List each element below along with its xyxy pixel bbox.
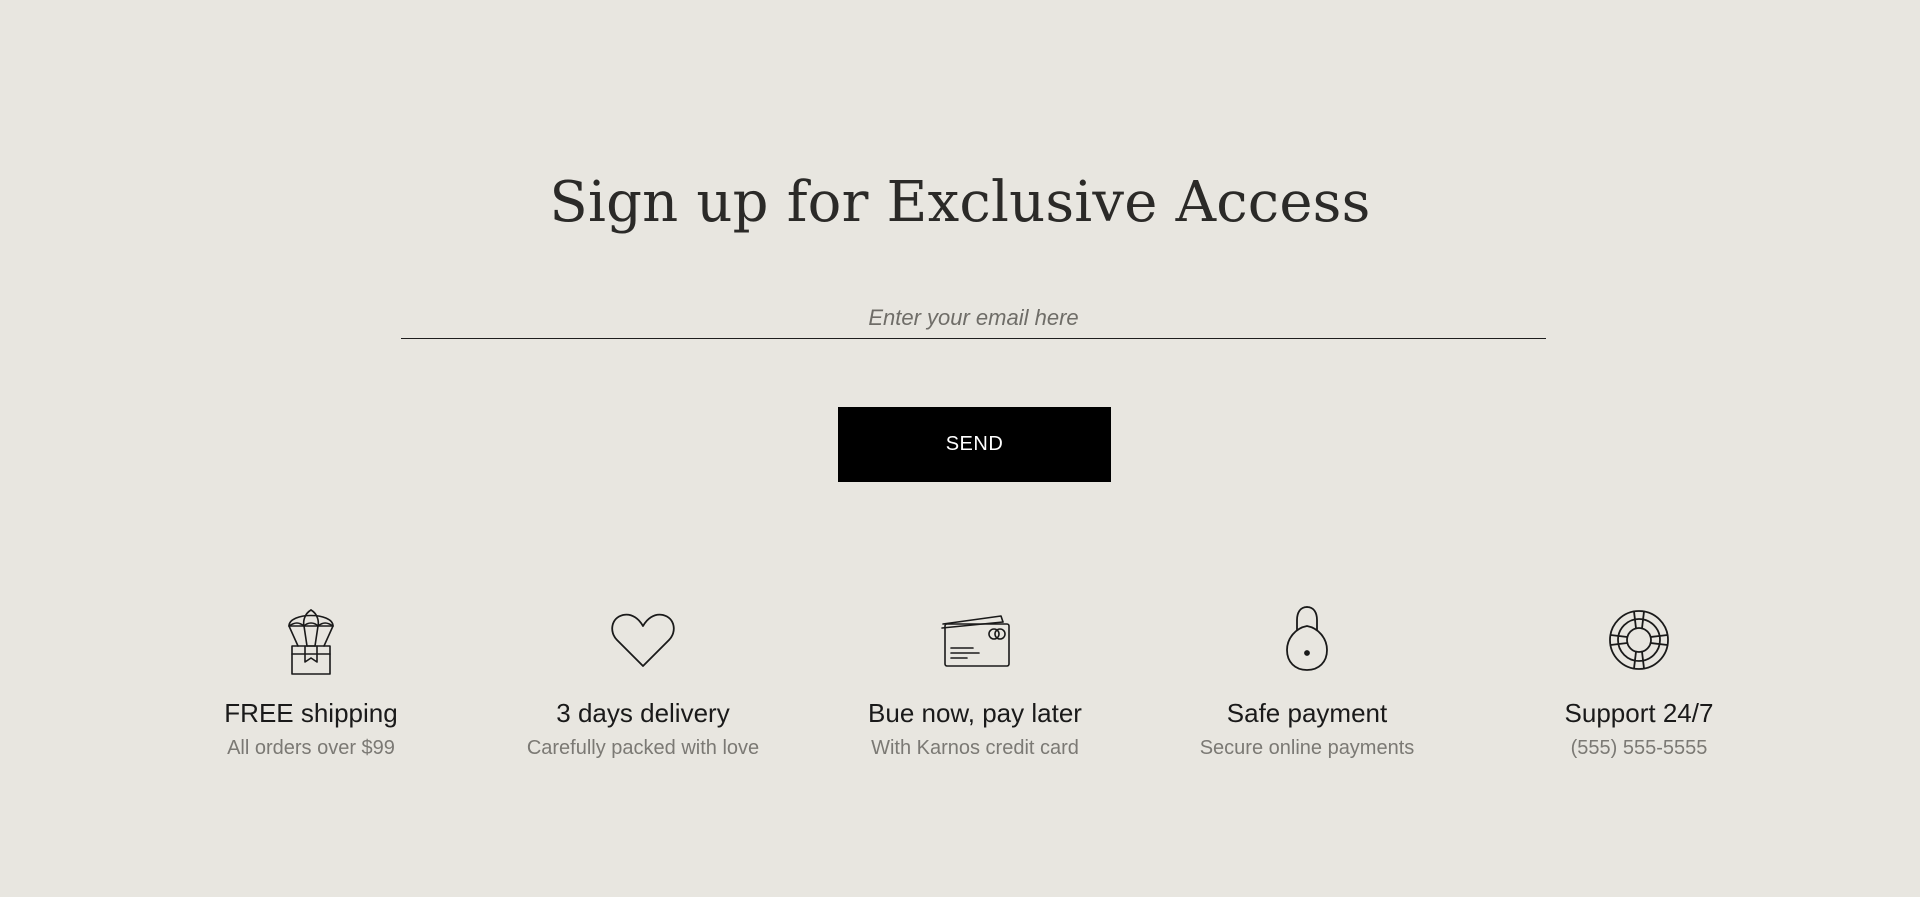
features-row: FREE shipping All orders over $99 3 days… <box>0 600 1920 780</box>
padlock-icon <box>1267 600 1347 680</box>
feature-free-shipping: FREE shipping All orders over $99 <box>146 600 476 760</box>
feature-title: Bue now, pay later <box>868 698 1082 728</box>
parachute-box-icon <box>271 600 351 680</box>
feature-buy-now-pay-later: Bue now, pay later With Karnos credit ca… <box>810 600 1140 760</box>
feature-support: Support 24/7 (555) 555-5555 <box>1474 600 1804 760</box>
feature-subtitle: Secure online payments <box>1199 737 1415 759</box>
email-input[interactable] <box>401 300 1546 336</box>
email-field-wrapper <box>401 300 1546 339</box>
credit-card-icon <box>935 600 1015 680</box>
feature-title: Safe payment <box>1226 698 1388 728</box>
feature-subtitle: (555) 555-5555 <box>1570 737 1708 759</box>
feature-title: FREE shipping <box>224 698 398 728</box>
feature-title: Support 24/7 <box>1564 698 1714 728</box>
feature-3-days-delivery: 3 days delivery Carefully packed with lo… <box>478 600 808 760</box>
heart-icon <box>603 600 683 680</box>
feature-safe-payment: Safe payment Secure online payments <box>1142 600 1472 760</box>
feature-title: 3 days delivery <box>556 698 730 728</box>
feature-subtitle: With Karnos credit card <box>871 737 1079 759</box>
lifebuoy-icon <box>1599 600 1679 680</box>
feature-subtitle: Carefully packed with love <box>526 737 760 759</box>
send-button[interactable]: SEND <box>838 407 1111 482</box>
newsletter-title: Sign up for Exclusive Access <box>549 170 1371 235</box>
feature-subtitle: All orders over $99 <box>227 737 395 759</box>
